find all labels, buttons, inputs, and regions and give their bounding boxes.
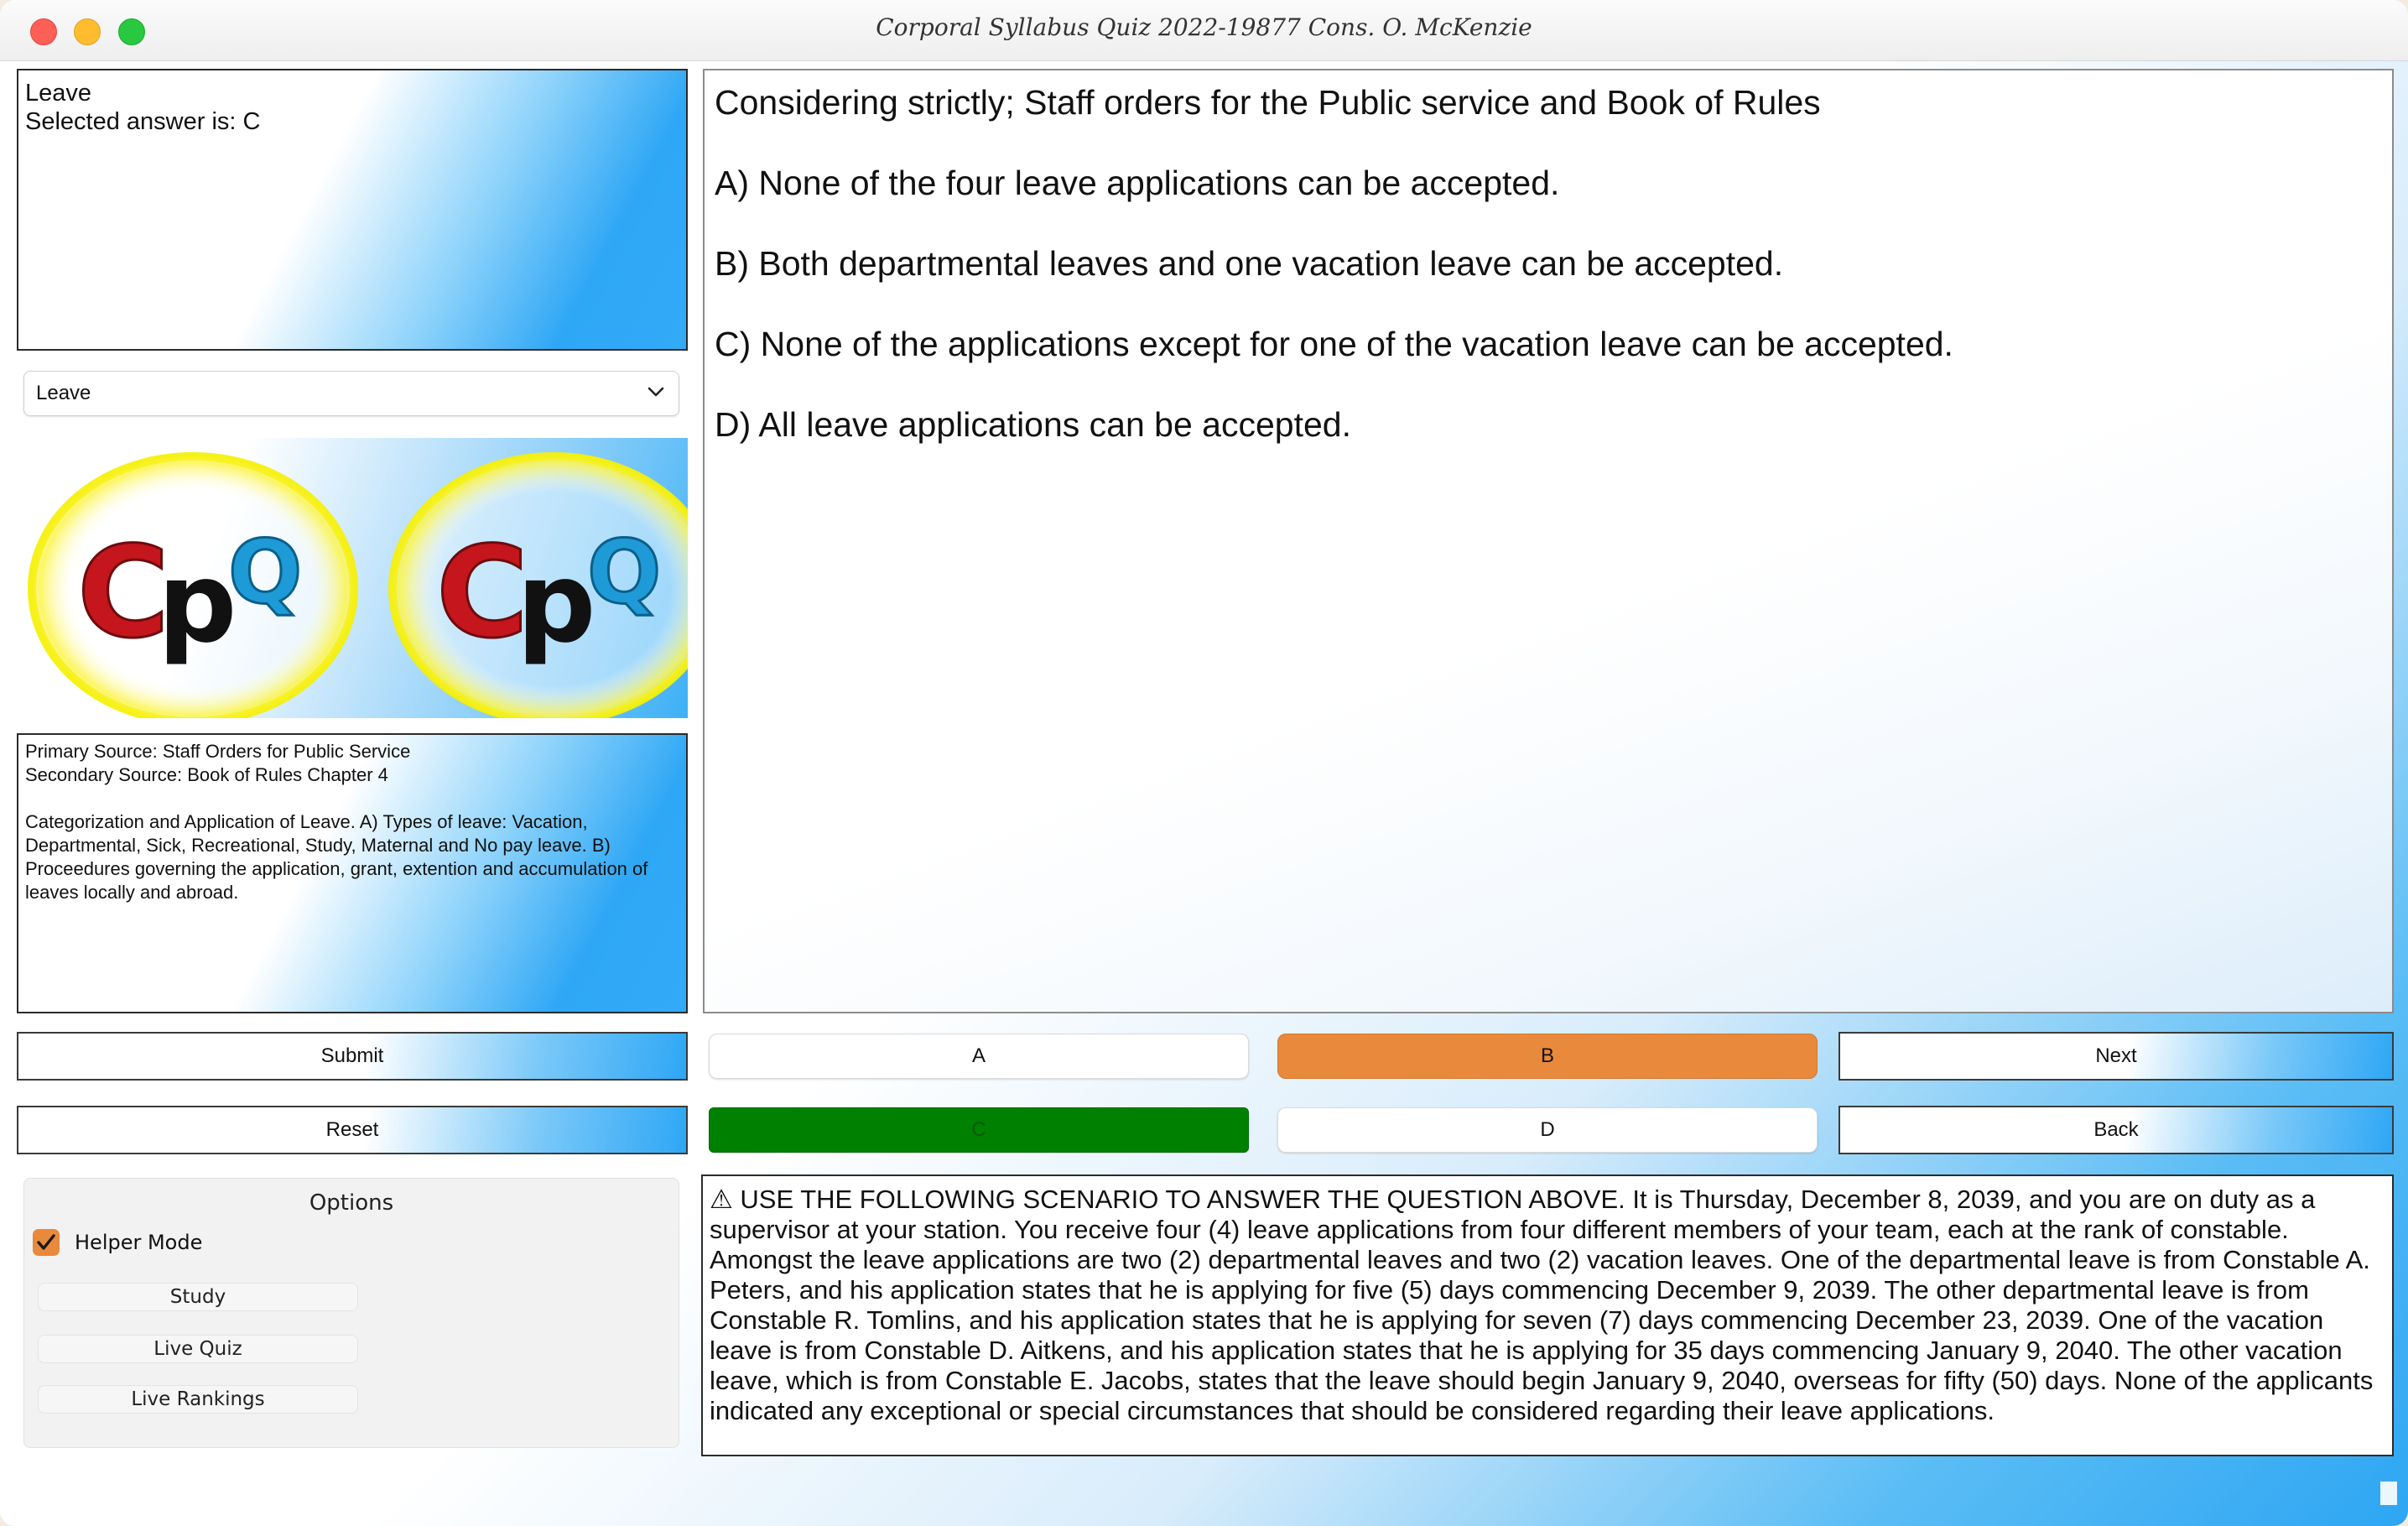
window-title: Corporal Syllabus Quiz 2022-19877 Cons. … [876,13,1532,41]
topic-select-value: Leave [36,382,91,404]
chevron-down-icon [645,381,667,407]
svg-text:p: p [158,539,237,668]
svg-text:Q: Q [228,521,302,623]
logo-emblem-left: C p Q [27,451,359,718]
next-button[interactable]: Next [1839,1032,2394,1081]
submit-button[interactable]: Submit [17,1032,688,1081]
back-button[interactable]: Back [1839,1106,2394,1154]
live-quiz-button[interactable]: Live Quiz [38,1335,358,1363]
syllabus-description: Categorization and Application of Leave.… [25,811,648,903]
checkmark-icon [37,1234,55,1250]
status-topic: Leave [25,80,92,107]
question-prompt: Considering strictly; Staff orders for t… [715,83,1821,122]
answer-a-button[interactable]: A [709,1034,1249,1079]
topic-select[interactable]: Leave [23,371,679,416]
svg-text:C: C [436,520,528,666]
answer-c-button[interactable]: C [709,1107,1249,1153]
scenario-text: ⚠ USE THE FOLLOWING SCENARIO TO ANSWER T… [710,1185,2374,1425]
options-title: Options [309,1190,394,1216]
helper-mode-toggle[interactable]: Helper Mode [33,1229,202,1256]
selected-answer-text: Selected answer is: C [25,108,261,135]
study-button[interactable]: Study [38,1283,358,1311]
answer-option-c: C) None of the applications except for o… [715,325,1953,363]
helper-mode-checkbox[interactable] [33,1229,60,1256]
logo-banner: C p Q C p Q [17,438,688,718]
answer-b-button[interactable]: B [1277,1034,1818,1079]
svg-text:p: p [517,539,596,668]
svg-text:C: C [77,520,169,666]
resize-grip-icon[interactable] [2380,1482,2397,1505]
primary-source: Primary Source: Staff Orders for Public … [25,741,411,762]
app-window: Corporal Syllabus Quiz 2022-19877 Cons. … [0,0,2408,1526]
answer-option-a: A) None of the four leave applications c… [715,164,1560,202]
svg-text:Q: Q [587,521,661,623]
secondary-source: Secondary Source: Book of Rules Chapter … [25,764,388,785]
answer-option-d: D) All leave applications can be accepte… [715,405,1351,444]
reset-button[interactable]: Reset [17,1106,688,1154]
source-panel: Primary Source: Staff Orders for Public … [17,733,688,1013]
scenario-panel: ⚠ USE THE FOLLOWING SCENARIO TO ANSWER T… [701,1174,2394,1456]
title-bar: Corporal Syllabus Quiz 2022-19877 Cons. … [0,0,2408,61]
live-rankings-button[interactable]: Live Rankings [38,1385,358,1414]
options-group: Options Helper Mode Study Live Quiz Live… [23,1178,679,1448]
question-panel: Considering strictly; Staff orders for t… [703,69,2394,1013]
status-panel: Leave Selected answer is: C [17,69,688,351]
cpq-logo-image: C p Q C p Q [27,451,688,718]
logo-emblem-right: C p Q [387,451,688,718]
answer-option-b: B) Both departmental leaves and one vaca… [715,244,1784,283]
answer-d-button[interactable]: D [1277,1107,1818,1153]
helper-mode-label: Helper Mode [75,1231,203,1254]
